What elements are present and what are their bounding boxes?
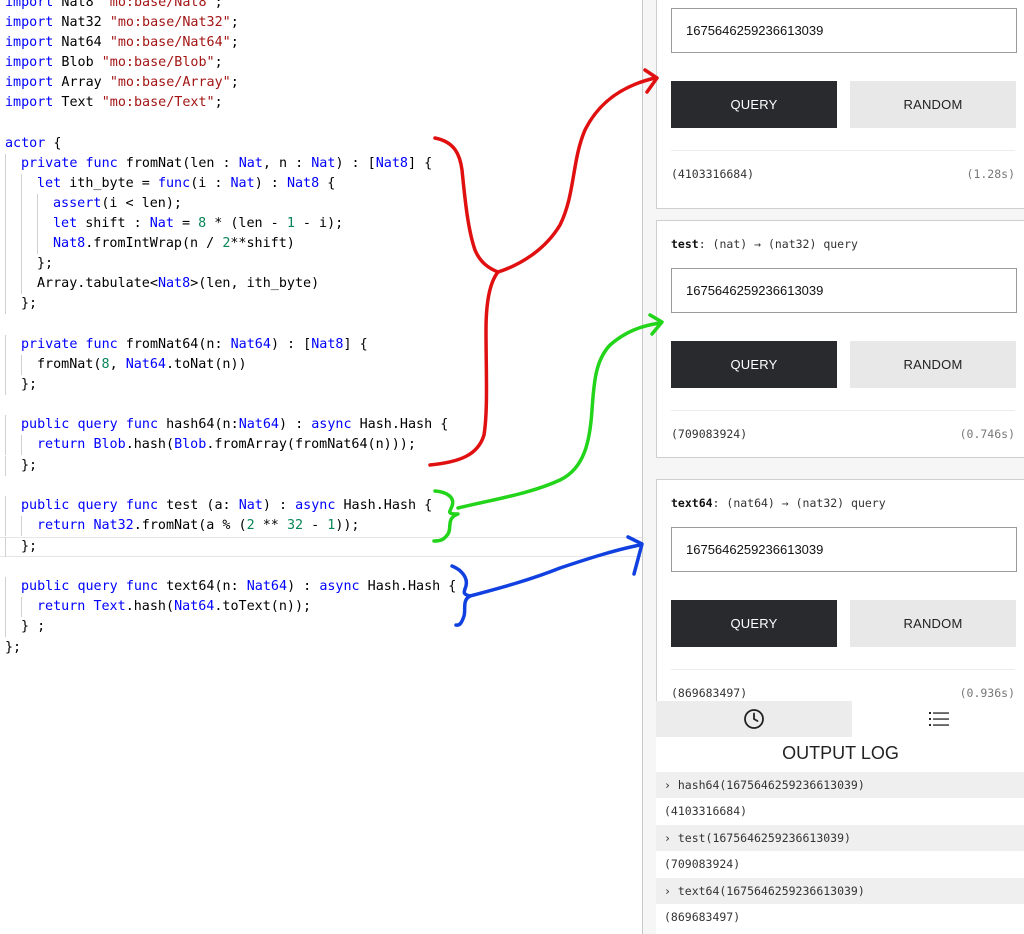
method-name: test	[671, 237, 699, 251]
code-line: return Text.hash(Nat64.toText(n));	[5, 597, 311, 617]
log-result: (4103316684)	[664, 804, 748, 818]
code-line: };	[5, 254, 53, 274]
code-editor[interactable]: import Nat8 "mo:base/Nat8"; import Nat32…	[0, 0, 642, 934]
code-line: import Nat64 "mo:base/Nat64";	[5, 35, 239, 50]
log-result: (709083924)	[664, 857, 741, 871]
result-time: (0.746s)	[959, 427, 1015, 441]
divider	[671, 669, 1015, 670]
code-line: import Blob "mo:base/Blob";	[5, 55, 223, 70]
code-line: import Array "mo:base/Array";	[5, 75, 239, 90]
current-line-highlight	[0, 537, 642, 557]
divider	[671, 150, 1015, 151]
divider	[671, 410, 1015, 411]
result-value: (4103316684)	[671, 167, 755, 181]
method-name: text64	[671, 496, 713, 510]
log-call[interactable]: › test(1675646259236613039)	[656, 825, 1024, 851]
code-line: import Nat8 "mo:base/Nat8";	[5, 0, 223, 10]
list-icon	[928, 712, 949, 726]
log-call[interactable]: › hash64(1675646259236613039)	[656, 772, 1024, 798]
code-line: return Nat32.fromNat(a % (2 ** 32 - 1));	[5, 516, 360, 536]
method-signature: test: (nat) → (nat32) query	[671, 237, 858, 251]
method-card-hash64: QUERY RANDOM (4103316684) (1.28s)	[656, 0, 1024, 209]
method-card-text64: text64: (nat64) → (nat32) query QUERY RA…	[656, 479, 1024, 709]
result-time: (0.936s)	[959, 686, 1015, 700]
method-type: : (nat64) → (nat32) query	[712, 496, 886, 510]
code-line: private func fromNat(len : Nat, n : Nat)…	[5, 154, 432, 174]
code-line: };	[5, 375, 37, 395]
method-type: : (nat) → (nat32) query	[698, 237, 858, 251]
method-card-test: test: (nat) → (nat32) query QUERY RANDOM…	[656, 220, 1024, 458]
result-value: (869683497)	[671, 686, 748, 700]
query-button[interactable]: QUERY	[671, 81, 837, 128]
code-line: import Nat32 "mo:base/Nat32";	[5, 15, 239, 30]
log-title: OUTPUT LOG	[782, 743, 899, 763]
argument-input[interactable]	[671, 8, 1017, 53]
query-button[interactable]: QUERY	[671, 600, 837, 647]
code-line: import Text "mo:base/Text";	[5, 95, 223, 110]
log-tabs	[656, 701, 1024, 737]
method-signature: text64: (nat64) → (nat32) query	[671, 496, 886, 510]
log-call[interactable]: › text64(1675646259236613039)	[656, 878, 1024, 904]
code-line: };	[5, 537, 37, 557]
argument-input[interactable]	[671, 527, 1017, 572]
code-line: private func fromNat64(n: Nat64) : [Nat8…	[5, 335, 368, 355]
code-line: Array.tabulate<Nat8>(len, ith_byte)	[5, 274, 319, 294]
result-value: (709083924)	[671, 427, 748, 441]
code-line: };	[5, 640, 22, 655]
tab-list[interactable]	[852, 701, 1024, 737]
code-line: public query func test (a: Nat) : async …	[5, 496, 432, 516]
code-line: actor {	[5, 136, 62, 151]
code-line: };	[5, 456, 37, 476]
code-line: let shift : Nat = 8 * (len - 1 - i);	[5, 214, 343, 234]
code-line: } ;	[5, 617, 45, 637]
clock-icon	[744, 709, 764, 729]
candid-ui-panel: QUERY RANDOM (4103316684) (1.28s) test: …	[642, 0, 1024, 934]
code-line: public query func text64(n: Nat64) : asy…	[5, 577, 456, 597]
code-line: let ith_byte = func(i : Nat) : Nat8 {	[5, 174, 335, 194]
random-button[interactable]: RANDOM	[850, 600, 1016, 647]
argument-input[interactable]	[671, 268, 1017, 313]
code-line: fromNat(8, Nat64.toNat(n))	[5, 355, 247, 375]
result-time: (1.28s)	[966, 167, 1015, 181]
code-line: return Blob.hash(Blob.fromArray(fromNat6…	[5, 435, 416, 455]
random-button[interactable]: RANDOM	[850, 341, 1016, 388]
code-line: assert(i < len);	[5, 194, 182, 214]
output-log: OUTPUT LOG › hash64(1675646259236613039)…	[656, 701, 1024, 934]
random-button[interactable]: RANDOM	[850, 81, 1016, 128]
tab-history[interactable]	[656, 701, 852, 737]
code-line: Nat8.fromIntWrap(n / 2**shift)	[5, 234, 295, 254]
code-line: };	[5, 294, 37, 314]
code-line: public query func hash64(n:Nat64) : asyn…	[5, 415, 448, 435]
query-button[interactable]: QUERY	[671, 341, 837, 388]
log-result: (869683497)	[664, 910, 741, 924]
